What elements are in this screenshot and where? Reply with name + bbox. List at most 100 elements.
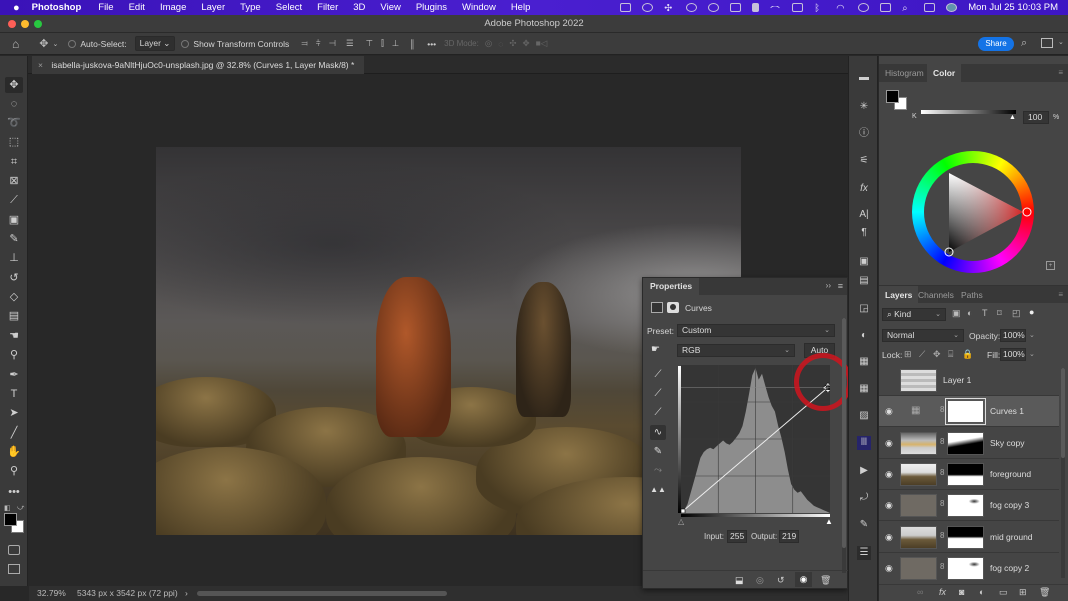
navigator-icon[interactable]: ✳ <box>857 100 871 114</box>
layer-mask-thumbnail[interactable] <box>947 494 984 518</box>
tab-channels[interactable]: Channels <box>912 286 960 304</box>
line-tool-icon[interactable]: ╱ <box>5 425 23 441</box>
view-previous-icon[interactable]: ◎ <box>756 575 764 586</box>
pencil-draw-icon[interactable]: ✎ <box>650 444 666 459</box>
layer-filter-dropdown[interactable]: ⌕ Kind ⌄ <box>882 308 946 321</box>
properties-tab[interactable]: Properties <box>643 278 700 295</box>
gradient-tool-icon[interactable]: ▤ <box>5 308 23 324</box>
layer-mask-thumbnail[interactable] <box>947 525 984 549</box>
menu-file[interactable]: File <box>98 2 113 13</box>
expand-color-icon[interactable]: + <box>1046 261 1055 270</box>
layer-row[interactable]: ◉ 8 foreground <box>879 459 1059 490</box>
menu-app-photoshop[interactable]: Photoshop <box>32 2 82 13</box>
lock-image-icon[interactable]: ⟋ <box>919 349 925 360</box>
align-middle-icon[interactable]: ⫿ <box>381 38 384 49</box>
adjustments-icon[interactable]: ⚟ <box>857 154 871 168</box>
wifi-icon[interactable]: ◠ <box>836 3 847 14</box>
new-adjustment-icon[interactable]: ◐ <box>979 587 984 597</box>
dropbox-icon[interactable]: ✣ <box>664 3 675 14</box>
link-icon[interactable]: 8 <box>940 437 944 446</box>
filter-smart-object-icon[interactable]: ◰ <box>1012 308 1021 319</box>
smooth-curve-icon[interactable]: ⤳ <box>650 463 666 478</box>
layer-thumbnail[interactable] <box>900 431 937 455</box>
input-value-field[interactable]: 255 <box>727 530 747 543</box>
tab-paths[interactable]: Paths <box>955 286 989 304</box>
add-style-icon[interactable]: fx <box>939 587 946 597</box>
align-left-icon[interactable]: ⫤ <box>301 38 307 49</box>
filter-toggle-icon[interactable]: ● <box>1029 307 1034 317</box>
layers-scrollbar[interactable] <box>1061 368 1065 578</box>
default-colors-icon[interactable]: ◧ <box>4 504 11 512</box>
menu-help[interactable]: Help <box>511 2 531 13</box>
reset-icon[interactable]: ↺ <box>777 575 785 586</box>
output-value-field[interactable]: 219 <box>779 530 799 543</box>
visibility-eye-icon[interactable]: ◉ <box>885 500 893 511</box>
more-options-button[interactable]: ••• <box>427 39 436 49</box>
align-right-icon[interactable]: ⊣ <box>329 38 336 49</box>
layer-mask-thumbnail[interactable] <box>945 398 986 426</box>
properties-dock-icon[interactable]: ☰ <box>857 546 871 560</box>
move-tool-icon[interactable]: ✥ <box>39 37 48 50</box>
styles-icon[interactable]: fx <box>857 182 871 196</box>
hand-tool-icon[interactable]: ✋ <box>5 444 23 460</box>
history-icon[interactable]: ⤾ <box>857 491 871 505</box>
black-point-eyedropper-icon[interactable]: ⟋ <box>650 367 666 382</box>
white-input-slider[interactable]: ▲ <box>825 517 833 526</box>
filter-pixel-icon[interactable]: ▣ <box>952 308 961 319</box>
collapse-panel-button[interactable]: ›› <box>826 281 831 290</box>
clipping-warning-icon[interactable]: ▲▲ <box>650 482 666 497</box>
lock-all-icon[interactable]: 🔒 <box>962 349 973 360</box>
channel-dropdown[interactable]: RGB ⌄ <box>677 344 795 357</box>
dodge-tool-icon[interactable]: ⚲ <box>5 347 23 363</box>
history-brush-tool-icon[interactable]: ↺ <box>5 270 23 286</box>
notes-icon[interactable]: ▤ <box>857 274 871 288</box>
visibility-eye-icon[interactable]: ◉ <box>885 406 893 417</box>
align-bottom-icon[interactable]: ⊥ <box>392 38 399 49</box>
link-icon[interactable]: 8 <box>940 405 944 414</box>
marquee-tool-icon[interactable]: ◌ <box>5 96 23 112</box>
lasso-tool-icon[interactable]: ➰ <box>5 115 23 131</box>
link-layers-icon[interactable]: ∞ <box>917 587 923 597</box>
menu-edit[interactable]: Edit <box>129 2 145 13</box>
layer-row[interactable]: ◉ 8 mid ground <box>879 522 1059 553</box>
workspace-icon[interactable] <box>1041 38 1053 48</box>
blur-tool-icon[interactable]: ☚ <box>5 328 23 344</box>
type-tool-icon[interactable]: T <box>5 386 23 402</box>
bookmark-icon[interactable] <box>752 3 760 12</box>
link-icon[interactable]: 8 <box>940 499 944 508</box>
lock-transparent-icon[interactable]: ⊞ <box>904 349 912 360</box>
layer-thumbnail[interactable] <box>900 369 937 392</box>
spotlight-icon[interactable]: ⌕ <box>902 3 913 14</box>
add-mask-icon[interactable]: ◙ <box>959 587 964 597</box>
visibility-toggle-icon[interactable]: ◉ <box>795 572 812 587</box>
eyedropper-tool-icon[interactable]: ⟋ <box>5 192 23 208</box>
home-icon[interactable]: ⌂ <box>12 37 19 51</box>
layer-row[interactable]: Layer 1 <box>879 365 1059 396</box>
zoom-tool-icon[interactable]: ⚲ <box>5 463 23 479</box>
paragraph-icon[interactable]: ¶ <box>857 226 871 240</box>
layer-row[interactable]: ◉ ▦ 8 Curves 1 <box>879 396 1059 428</box>
blend-mode-dropdown[interactable]: Normal ⌄ <box>882 329 964 342</box>
tab-histogram[interactable]: Histogram <box>879 64 930 82</box>
preset-dropdown[interactable]: Custom ⌄ <box>677 324 835 337</box>
status-menu-arrow[interactable]: › <box>185 586 188 601</box>
cleanshot-icon[interactable] <box>708 3 720 12</box>
lock-artboard-icon[interactable]: ⌸ <box>948 349 953 360</box>
close-window-button[interactable] <box>8 20 16 28</box>
menu-plugins[interactable]: Plugins <box>416 2 447 13</box>
layer-mask-thumbnail[interactable] <box>947 556 984 580</box>
battery-icon[interactable] <box>880 3 892 12</box>
document-tab[interactable]: × isabella-juskova-9aNltHjuOc0-unsplash.… <box>32 56 365 74</box>
visibility-eye-icon[interactable]: ◉ <box>885 532 893 543</box>
channels-icon[interactable]: Ⅲ <box>857 436 871 450</box>
lock-position-icon[interactable]: ✥ <box>933 349 941 360</box>
layer-thumbnail[interactable] <box>900 462 937 486</box>
menu-view[interactable]: View <box>380 2 400 13</box>
visibility-eye-icon[interactable]: ◉ <box>885 469 893 480</box>
layer-mask-thumbnail[interactable] <box>947 431 984 455</box>
minimize-window-button[interactable] <box>21 20 29 28</box>
panel-menu-icon[interactable]: ≡ <box>838 281 843 291</box>
tab-color[interactable]: Color <box>927 64 962 82</box>
share-button[interactable]: Share <box>978 37 1014 51</box>
frame-tool-icon[interactable]: ⊠ <box>5 173 23 189</box>
